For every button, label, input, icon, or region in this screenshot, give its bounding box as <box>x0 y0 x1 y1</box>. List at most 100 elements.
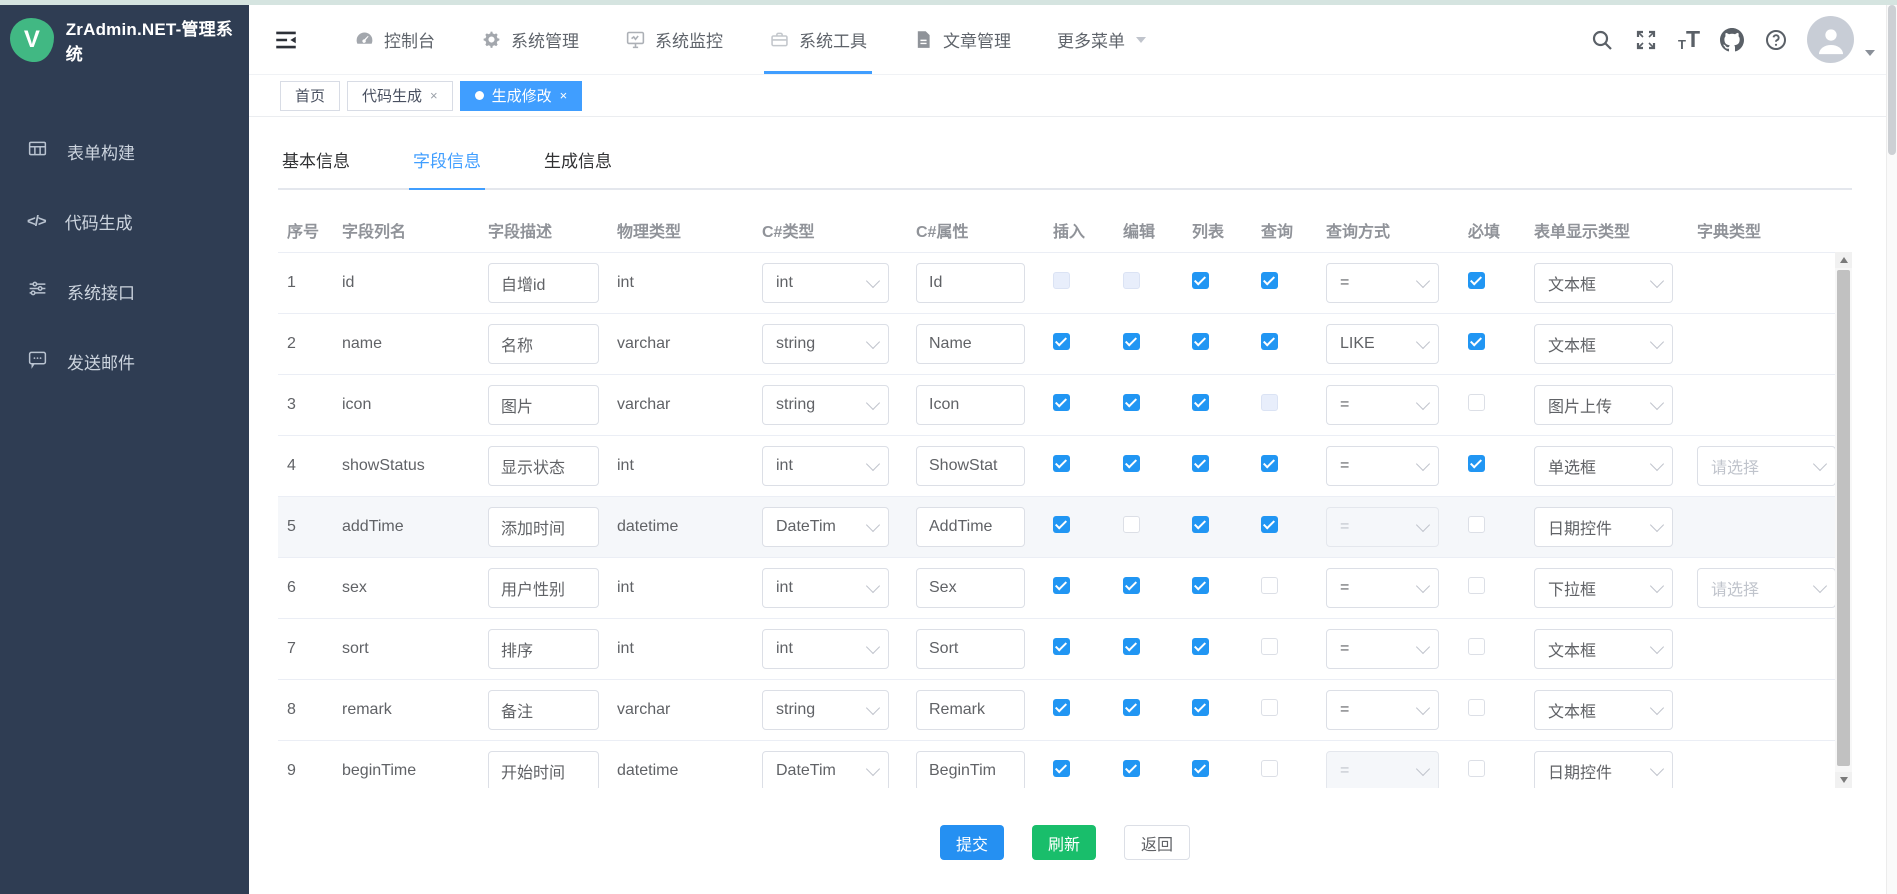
list-checkbox[interactable] <box>1192 516 1209 533</box>
edit-checkbox[interactable] <box>1123 760 1140 777</box>
edit-checkbox[interactable] <box>1123 333 1140 350</box>
cs-type-select[interactable]: DateTime <box>762 751 889 788</box>
list-checkbox[interactable] <box>1192 394 1209 411</box>
insert-checkbox[interactable] <box>1053 638 1070 655</box>
query-mode-select[interactable]: = <box>1326 263 1439 303</box>
sidebar-item-system-api[interactable]: 系统接口 <box>0 256 249 326</box>
list-checkbox[interactable] <box>1192 760 1209 777</box>
insert-checkbox[interactable] <box>1053 333 1070 350</box>
required-checkbox[interactable] <box>1468 699 1485 716</box>
insert-checkbox[interactable] <box>1053 760 1070 777</box>
field-desc-input[interactable] <box>488 751 599 788</box>
display-type-select[interactable]: 文本框 <box>1534 263 1673 303</box>
field-desc-input[interactable] <box>488 690 599 730</box>
scroll-up-arrow[interactable] <box>1835 252 1852 268</box>
query-mode-select[interactable]: LIKE <box>1326 324 1439 364</box>
cs-type-select[interactable]: DateTime <box>762 507 889 547</box>
nav-item-article-manage[interactable]: 文章管理 <box>890 5 1034 74</box>
cs-type-select[interactable]: int <box>762 446 889 486</box>
scrollbar-thumb[interactable] <box>1837 270 1850 766</box>
display-type-select[interactable]: 日期控件 <box>1534 751 1673 788</box>
caret-down-icon[interactable] <box>1865 50 1875 56</box>
list-checkbox[interactable] <box>1192 333 1209 350</box>
list-checkbox[interactable] <box>1192 699 1209 716</box>
cs-prop-input[interactable] <box>916 263 1025 303</box>
cs-prop-input[interactable] <box>916 568 1025 608</box>
edit-checkbox[interactable] <box>1123 394 1140 411</box>
query-mode-select[interactable]: = <box>1326 629 1439 669</box>
edit-checkbox[interactable] <box>1123 638 1140 655</box>
field-desc-input[interactable] <box>488 629 599 669</box>
query-checkbox[interactable] <box>1261 577 1278 594</box>
field-desc-input[interactable] <box>488 263 599 303</box>
back-button[interactable]: 返回 <box>1124 825 1190 860</box>
cs-prop-input[interactable] <box>916 446 1025 486</box>
required-checkbox[interactable] <box>1468 577 1485 594</box>
scroll-down-arrow[interactable] <box>1835 772 1852 788</box>
display-type-select[interactable]: 日期控件 <box>1534 507 1673 547</box>
nav-item-system-monitor[interactable]: 系统监控 <box>602 5 746 74</box>
fullscreen-icon[interactable] <box>1634 27 1659 52</box>
cs-type-select[interactable]: int <box>762 263 889 303</box>
required-checkbox[interactable] <box>1468 333 1485 350</box>
table-scrollbar[interactable] <box>1835 252 1852 788</box>
query-mode-select[interactable]: = <box>1326 568 1439 608</box>
submit-button[interactable]: 提交 <box>940 825 1004 860</box>
query-mode-select[interactable]: = <box>1326 385 1439 425</box>
required-checkbox[interactable] <box>1468 394 1485 411</box>
edit-checkbox[interactable] <box>1123 577 1140 594</box>
sidebar-item-send-mail[interactable]: 发送邮件 <box>0 326 249 396</box>
insert-checkbox[interactable] <box>1053 394 1070 411</box>
sidebar-item-form-builder[interactable]: 表单构建 <box>0 116 249 186</box>
display-type-select[interactable]: 图片上传 <box>1534 385 1673 425</box>
nav-item-system-tools[interactable]: 系统工具 <box>746 5 890 74</box>
field-desc-input[interactable] <box>488 446 599 486</box>
tab-basic-info[interactable]: 基本信息 <box>278 147 354 188</box>
list-checkbox[interactable] <box>1192 638 1209 655</box>
display-type-select[interactable]: 文本框 <box>1534 324 1673 364</box>
display-type-select[interactable]: 下拉框 <box>1534 568 1673 608</box>
required-checkbox[interactable] <box>1468 272 1485 289</box>
cs-prop-input[interactable] <box>916 751 1025 788</box>
edit-checkbox[interactable] <box>1123 455 1140 472</box>
query-checkbox[interactable] <box>1261 272 1278 289</box>
edit-checkbox[interactable] <box>1123 699 1140 716</box>
font-size-icon[interactable]: TT <box>1678 28 1700 51</box>
list-checkbox[interactable] <box>1192 272 1209 289</box>
tab-field-info[interactable]: 字段信息 <box>409 147 485 188</box>
cs-type-select[interactable]: int <box>762 568 889 608</box>
query-checkbox[interactable] <box>1261 516 1278 533</box>
tag-home[interactable]: 首页 <box>280 81 340 111</box>
required-checkbox[interactable] <box>1468 516 1485 533</box>
close-icon[interactable]: × <box>430 88 438 103</box>
insert-checkbox[interactable] <box>1053 516 1070 533</box>
cs-prop-input[interactable] <box>916 690 1025 730</box>
query-checkbox[interactable] <box>1261 638 1278 655</box>
dict-type-select[interactable]: 请选择 <box>1697 568 1835 608</box>
insert-checkbox[interactable] <box>1053 455 1070 472</box>
display-type-select[interactable]: 文本框 <box>1534 690 1673 730</box>
query-checkbox[interactable] <box>1261 455 1278 472</box>
cs-prop-input[interactable] <box>916 385 1025 425</box>
query-checkbox[interactable] <box>1261 760 1278 777</box>
collapse-menu-icon[interactable] <box>273 27 299 53</box>
insert-checkbox[interactable] <box>1053 699 1070 716</box>
query-checkbox[interactable] <box>1261 699 1278 716</box>
cs-type-select[interactable]: int <box>762 629 889 669</box>
edit-checkbox[interactable] <box>1123 516 1140 533</box>
query-checkbox[interactable] <box>1261 333 1278 350</box>
nav-item-system-manage[interactable]: 系统管理 <box>458 5 602 74</box>
field-desc-input[interactable] <box>488 385 599 425</box>
cs-type-select[interactable]: string <box>762 385 889 425</box>
app-logo[interactable]: V ZrAdmin.NET-管理系统 <box>0 5 249 74</box>
field-desc-input[interactable] <box>488 507 599 547</box>
display-type-select[interactable]: 单选框 <box>1534 446 1673 486</box>
close-icon[interactable]: × <box>560 88 568 103</box>
cs-type-select[interactable]: string <box>762 324 889 364</box>
insert-checkbox[interactable] <box>1053 577 1070 594</box>
page-scrollbar[interactable] <box>1886 5 1897 894</box>
nav-item-dashboard[interactable]: 控制台 <box>331 5 458 74</box>
cs-prop-input[interactable] <box>916 629 1025 669</box>
required-checkbox[interactable] <box>1468 760 1485 777</box>
cs-prop-input[interactable] <box>916 324 1025 364</box>
